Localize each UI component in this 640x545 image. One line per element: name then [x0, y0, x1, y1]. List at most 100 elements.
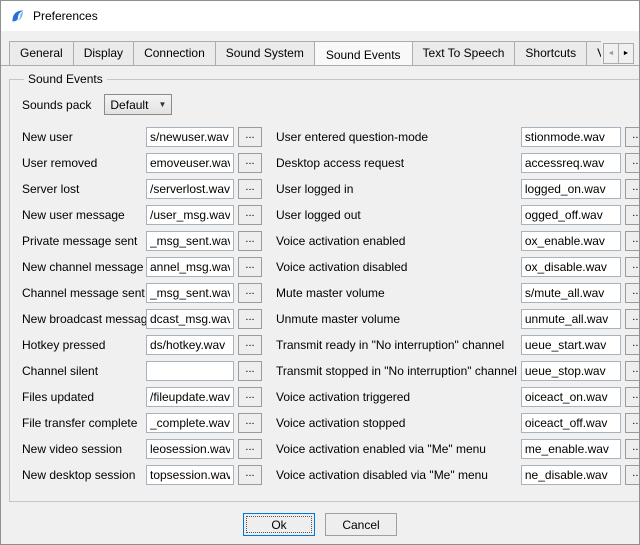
sound-file-input[interactable] [521, 127, 621, 147]
sound-event-label: User logged out [276, 208, 521, 222]
tab-connection[interactable]: Connection [133, 41, 216, 65]
cancel-button[interactable]: Cancel [325, 513, 397, 536]
browse-button[interactable]: ... [238, 179, 262, 199]
sound-file-input[interactable] [521, 387, 621, 407]
browse-button[interactable]: ... [625, 283, 640, 303]
browse-button[interactable]: ... [238, 257, 262, 277]
sound-event-label: Desktop access request [276, 156, 521, 170]
tab-sound-events[interactable]: Sound Events [314, 41, 413, 65]
browse-button[interactable]: ... [238, 335, 262, 355]
tab-scroll-left-icon[interactable]: ◄ [603, 43, 619, 64]
table-row: Channel silent ... [22, 361, 262, 381]
browse-button[interactable]: ... [625, 127, 640, 147]
tab-sound-system[interactable]: Sound System [215, 41, 315, 65]
tab-scroll-buttons: ◄ ► [603, 43, 634, 64]
browse-button[interactable]: ... [238, 205, 262, 225]
table-row: User logged in ... [276, 179, 640, 199]
browse-button[interactable]: ... [238, 127, 262, 147]
tab-general[interactable]: General [9, 41, 74, 65]
sound-file-input[interactable] [521, 153, 621, 173]
sound-file-input[interactable] [521, 283, 621, 303]
browse-button[interactable]: ... [238, 439, 262, 459]
sound-file-input[interactable] [146, 205, 234, 225]
sound-event-label: New user [22, 130, 146, 144]
browse-button[interactable]: ... [238, 465, 262, 485]
browse-button[interactable]: ... [625, 413, 640, 433]
browse-button[interactable]: ... [238, 283, 262, 303]
table-row: Voice activation disabled ... [276, 257, 640, 277]
sound-file-input[interactable] [521, 309, 621, 329]
browse-button[interactable]: ... [625, 387, 640, 407]
sound-events-left-column: New user ... User removed ... Server los… [22, 127, 262, 491]
sounds-pack-row: Sounds pack Default ▼ [22, 94, 640, 115]
table-row: Transmit stopped in "No interruption" ch… [276, 361, 640, 381]
sound-file-input[interactable] [521, 179, 621, 199]
table-row: Desktop access request ... [276, 153, 640, 173]
sound-event-label: Voice activation disabled via "Me" menu [276, 468, 521, 482]
sound-file-input[interactable] [146, 387, 234, 407]
sound-file-input[interactable] [146, 439, 234, 459]
titlebar: Preferences [1, 1, 639, 31]
table-row: Voice activation enabled ... [276, 231, 640, 251]
sound-event-label: Files updated [22, 390, 146, 404]
sound-event-label: Channel message sent [22, 286, 146, 300]
sound-file-input[interactable] [146, 465, 234, 485]
tab-shortcuts[interactable]: Shortcuts [514, 41, 587, 65]
sound-file-input[interactable] [521, 257, 621, 277]
sound-file-input[interactable] [521, 413, 621, 433]
sound-file-input[interactable] [146, 153, 234, 173]
sound-file-input[interactable] [146, 361, 234, 381]
browse-button[interactable]: ... [625, 361, 640, 381]
window-title: Preferences [33, 9, 98, 23]
sound-event-label: Channel silent [22, 364, 146, 378]
tab-video[interactable]: Video [586, 41, 601, 65]
browse-button[interactable]: ... [238, 361, 262, 381]
table-row: Unmute master volume ... [276, 309, 640, 329]
ok-button[interactable]: Ok [243, 513, 315, 536]
sound-file-input[interactable] [146, 335, 234, 355]
table-row: Voice activation triggered ... [276, 387, 640, 407]
tab-text-to-speech[interactable]: Text To Speech [412, 41, 516, 65]
sounds-pack-select[interactable]: Default ▼ [104, 94, 172, 115]
sound-file-input[interactable] [146, 179, 234, 199]
browse-button[interactable]: ... [625, 335, 640, 355]
sound-file-input[interactable] [521, 439, 621, 459]
browse-button[interactable]: ... [238, 231, 262, 251]
tab-display[interactable]: Display [73, 41, 134, 65]
sound-file-input[interactable] [146, 257, 234, 277]
sound-file-input[interactable] [521, 465, 621, 485]
browse-button[interactable]: ... [625, 205, 640, 225]
browse-button[interactable]: ... [238, 387, 262, 407]
sound-file-input[interactable] [521, 335, 621, 355]
sound-event-label: User entered question-mode [276, 130, 521, 144]
browse-button[interactable]: ... [625, 465, 640, 485]
browse-button[interactable]: ... [625, 231, 640, 251]
tab-page-sound-events: Sound Events Sounds pack Default ▼ New u… [1, 66, 639, 545]
table-row: Voice activation stopped ... [276, 413, 640, 433]
sound-file-input[interactable] [521, 231, 621, 251]
table-row: User removed ... [22, 153, 262, 173]
sound-file-input[interactable] [521, 205, 621, 225]
tab-bar: General Display Connection Sound System … [1, 31, 639, 66]
table-row: Transmit ready in "No interruption" chan… [276, 335, 640, 355]
table-row: User entered question-mode ... [276, 127, 640, 147]
browse-button[interactable]: ... [238, 309, 262, 329]
sound-event-label: Hotkey pressed [22, 338, 146, 352]
browse-button[interactable]: ... [238, 153, 262, 173]
preferences-window: Preferences General Display Connection S… [0, 0, 640, 545]
browse-button[interactable]: ... [625, 179, 640, 199]
sound-event-label: File transfer complete [22, 416, 146, 430]
sound-file-input[interactable] [521, 361, 621, 381]
sound-file-input[interactable] [146, 231, 234, 251]
sound-file-input[interactable] [146, 309, 234, 329]
browse-button[interactable]: ... [625, 439, 640, 459]
sound-event-label: New broadcast message [22, 312, 146, 326]
sound-file-input[interactable] [146, 283, 234, 303]
sound-file-input[interactable] [146, 127, 234, 147]
tab-scroll-right-icon[interactable]: ► [618, 43, 634, 64]
browse-button[interactable]: ... [625, 257, 640, 277]
browse-button[interactable]: ... [238, 413, 262, 433]
browse-button[interactable]: ... [625, 153, 640, 173]
sound-file-input[interactable] [146, 413, 234, 433]
browse-button[interactable]: ... [625, 309, 640, 329]
